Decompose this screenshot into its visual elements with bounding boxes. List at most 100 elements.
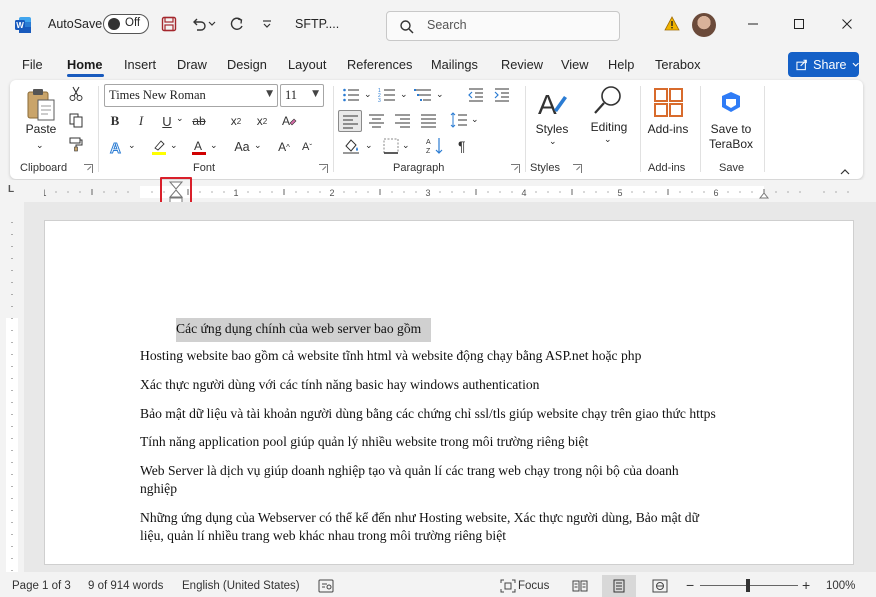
autosave-toggle[interactable]: Off — [103, 14, 149, 34]
save-icon[interactable] — [158, 13, 180, 35]
tab-review[interactable]: Review — [501, 57, 543, 72]
align-left-button[interactable] — [338, 110, 362, 132]
borders-dropdown-icon[interactable]: ⌄ — [402, 140, 410, 151]
bullets-dropdown-icon[interactable]: ⌄ — [364, 89, 372, 100]
font-color-dropdown-icon[interactable]: ⌄ — [210, 140, 218, 151]
close-icon[interactable] — [837, 14, 857, 34]
borders-icon[interactable] — [383, 138, 399, 157]
styles-icon[interactable]: A — [536, 88, 568, 125]
editing-icon[interactable] — [592, 84, 624, 121]
document-title[interactable]: SFTP.... — [295, 17, 339, 31]
document-canvas[interactable]: Các ứng dụng chính của web server bao gồ… — [24, 202, 876, 572]
tab-draw[interactable]: Draw — [177, 57, 207, 72]
show-marks-icon[interactable]: ¶ — [458, 138, 466, 154]
search-box[interactable] — [386, 11, 620, 41]
font-name-combo[interactable]: Times New Roman ▼ — [104, 84, 278, 107]
grow-font-button[interactable]: A ^ — [275, 136, 293, 158]
tab-view[interactable]: View — [561, 57, 589, 72]
highlight-dropdown-icon[interactable]: ⌄ — [170, 140, 178, 151]
minimize-icon[interactable] — [743, 14, 763, 34]
document-paragraph[interactable]: liệu, quản lí nhiều trang web khác nhau … — [140, 527, 506, 545]
tab-design[interactable]: Design — [227, 57, 267, 72]
cut-icon[interactable] — [68, 86, 84, 105]
save-terabox-label-2[interactable]: TeraBox — [704, 137, 758, 151]
focus-icon[interactable] — [500, 579, 516, 593]
increase-indent-icon[interactable] — [494, 87, 510, 106]
avatar[interactable] — [692, 13, 716, 37]
collapse-ribbon-icon[interactable] — [840, 164, 850, 178]
tab-references[interactable]: References — [347, 57, 412, 72]
focus-label[interactable]: Focus — [518, 580, 549, 592]
accessibility-icon[interactable] — [318, 579, 334, 593]
zoom-in-icon[interactable]: + — [802, 577, 810, 593]
numbering-icon[interactable]: 123 — [378, 87, 396, 106]
undo-dropdown-icon[interactable] — [206, 13, 218, 35]
tab-file[interactable]: File — [22, 57, 43, 72]
horizontal-ruler[interactable]: L 1 1 2 3 4 5 6 — [0, 180, 876, 202]
underline-dropdown-icon[interactable]: ⌄ — [176, 113, 184, 124]
decrease-indent-icon[interactable] — [468, 87, 484, 106]
styles-dropdown-icon[interactable]: ⌄ — [549, 136, 557, 147]
share-button[interactable]: Share — [788, 52, 859, 77]
customize-qat-icon[interactable] — [256, 13, 278, 35]
document-paragraph[interactable]: nghiệp — [140, 480, 177, 498]
document-paragraph[interactable]: Xác thực người dùng với các tính năng ba… — [140, 376, 539, 394]
page-count[interactable]: Page 1 of 3 — [12, 580, 71, 592]
vertical-ruler[interactable] — [0, 202, 24, 572]
document-paragraph[interactable]: Web Server là dịch vụ giúp doanh nghiệp … — [140, 462, 679, 480]
zoom-level[interactable]: 100% — [826, 580, 855, 592]
language-status[interactable]: English (United States) — [182, 580, 300, 592]
format-painter-icon[interactable] — [68, 136, 84, 155]
justify-icon[interactable] — [421, 113, 436, 131]
tab-mailings[interactable]: Mailings — [431, 57, 478, 72]
text-effects-icon[interactable]: A — [108, 136, 126, 158]
line-spacing-icon[interactable] — [450, 112, 468, 131]
bullets-icon[interactable] — [342, 87, 360, 106]
tab-help[interactable]: Help — [608, 57, 634, 72]
line-spacing-dropdown-icon[interactable]: ⌄ — [471, 114, 479, 125]
paragraph-launcher-icon[interactable] — [511, 164, 520, 173]
search-input[interactable] — [425, 17, 605, 33]
font-color-icon[interactable]: A — [190, 136, 208, 158]
align-right-icon[interactable] — [395, 113, 410, 131]
editing-dropdown-icon[interactable]: ⌄ — [604, 134, 612, 145]
tab-layout[interactable]: Layout — [288, 57, 326, 72]
multilevel-dropdown-icon[interactable]: ⌄ — [436, 89, 444, 100]
change-case-dropdown-icon[interactable]: ⌄ — [254, 140, 262, 151]
strikethrough-button[interactable]: ab — [188, 110, 210, 132]
word-count[interactable]: 9 of 914 words — [88, 580, 163, 592]
redo-icon[interactable] — [226, 13, 248, 35]
font-size-combo[interactable]: 11 ▼ — [280, 84, 324, 107]
superscript-button[interactable]: x2 — [254, 110, 270, 132]
bold-button[interactable]: B — [108, 110, 122, 132]
shrink-font-button[interactable]: Aˇ — [298, 136, 316, 158]
save-terabox-label-1[interactable]: Save to — [704, 122, 758, 136]
styles-launcher-icon[interactable] — [573, 164, 582, 173]
styles-label[interactable]: Styles — [530, 122, 574, 136]
italic-button[interactable]: I — [134, 110, 148, 132]
paste-label[interactable]: Paste — [24, 122, 58, 136]
document-page[interactable]: Các ứng dụng chính của web server bao gồ… — [44, 220, 854, 565]
zoom-out-icon[interactable]: − — [686, 577, 694, 593]
document-paragraph[interactable]: Những ứng dụng của Webserver có thể kể đ… — [140, 509, 699, 527]
clipboard-launcher-icon[interactable] — [84, 164, 93, 173]
maximize-icon[interactable] — [789, 14, 809, 34]
align-center-icon[interactable] — [369, 113, 384, 131]
sort-icon[interactable]: AZ — [426, 136, 444, 159]
change-case-button[interactable]: Aa — [230, 136, 254, 158]
document-paragraph[interactable]: Bảo mật dữ liệu và tài khoản người dùng … — [140, 405, 716, 423]
shading-dropdown-icon[interactable]: ⌄ — [365, 140, 373, 151]
highlight-icon[interactable] — [150, 136, 168, 158]
text-effects-dropdown-icon[interactable]: ⌄ — [128, 140, 136, 151]
document-paragraph[interactable]: Tính năng application pool giúp quản lý … — [140, 433, 588, 451]
multilevel-list-icon[interactable] — [414, 87, 432, 106]
paste-icon[interactable] — [24, 86, 60, 126]
editing-label[interactable]: Editing — [584, 120, 634, 134]
numbering-dropdown-icon[interactable]: ⌄ — [400, 89, 408, 100]
zoom-slider-thumb[interactable] — [746, 579, 750, 592]
add-ins-icon[interactable] — [654, 88, 684, 121]
paste-dropdown-icon[interactable]: ⌄ — [36, 140, 44, 151]
underline-button[interactable]: U — [160, 110, 174, 132]
clear-formatting-icon[interactable]: A — [280, 110, 298, 132]
tab-insert[interactable]: Insert — [124, 57, 156, 72]
